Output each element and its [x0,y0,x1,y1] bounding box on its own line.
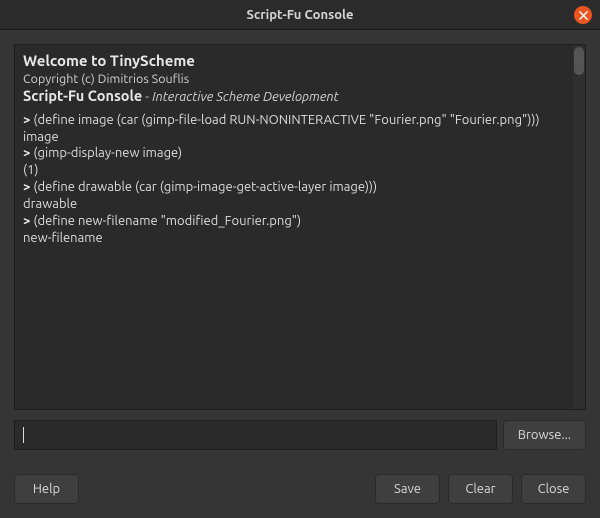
scrollbar-track[interactable] [573,45,585,409]
prompt-marker: > [23,214,33,228]
scrollbar-thumb[interactable] [574,47,584,75]
console-subtitle: Script-Fu Console [23,87,142,104]
prompt-marker: > [23,146,33,160]
browse-button[interactable]: Browse... [503,420,586,450]
console-command: (define new-filename "modified_Fourier.p… [33,214,301,228]
command-input[interactable] [14,420,497,450]
console-result: (1) [23,162,577,179]
console-entry: > (define drawable (car (gimp-image-get-… [23,179,577,196]
console-output[interactable]: Welcome to TinyScheme Copyright (c) Dimi… [14,44,586,410]
titlebar: Script-Fu Console [0,0,600,30]
bottom-button-row: Help Save Clear Close [0,464,600,518]
prompt-marker: > [23,180,33,194]
text-cursor [23,427,24,443]
input-row: Browse... [14,420,586,450]
close-icon [579,11,588,20]
console-result: drawable [23,196,577,213]
save-button[interactable]: Save [375,474,440,504]
console-command: (define drawable (car (gimp-image-get-ac… [33,180,377,194]
welcome-title: Welcome to TinyScheme [23,51,577,71]
console-command: (define image (car (gimp-file-load RUN-N… [33,113,539,127]
console-result: image [23,129,577,146]
console-subtitle-row: Script-Fu Console - Interactive Scheme D… [23,87,577,106]
console-result: new-filename [23,230,577,247]
console-subsub: - Interactive Scheme Development [142,90,338,104]
bottom-right-buttons: Save Clear Close [375,474,586,504]
window-close-button[interactable] [574,6,592,24]
copyright-text: Copyright (c) Dimitrios Souflis [23,71,577,87]
script-fu-window: Script-Fu Console Welcome to TinyScheme … [0,0,600,518]
console-entry: > (gimp-display-new image) [23,145,577,162]
clear-button[interactable]: Clear [448,474,513,504]
prompt-marker: > [23,113,33,127]
content-area: Welcome to TinyScheme Copyright (c) Dimi… [0,30,600,464]
help-button[interactable]: Help [14,474,79,504]
window-title: Script-Fu Console [247,8,354,22]
close-button[interactable]: Close [521,474,586,504]
console-entry: > (define image (car (gimp-file-load RUN… [23,112,577,129]
console-entry: > (define new-filename "modified_Fourier… [23,213,577,230]
console-command: (gimp-display-new image) [33,146,182,160]
